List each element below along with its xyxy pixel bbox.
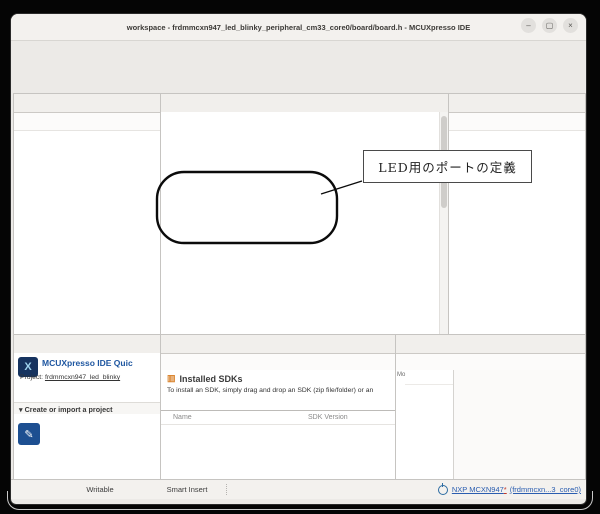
installed-sdks-tabs	[161, 335, 395, 354]
mcuxpresso-window: workspace - frdmmcxn947_led_blinky_perip…	[10, 13, 587, 505]
outline-panel	[448, 93, 586, 335]
quickstart-body: X MCUXpresso IDE Quic Project: frdmmcxn9…	[14, 353, 160, 480]
project-explorer-panel	[13, 93, 161, 335]
project-name-link[interactable]: frdmmcxn947_led_blinky	[45, 374, 120, 381]
quickstart-panel: X MCUXpresso IDE Quic Project: frdmmcxn9…	[13, 334, 161, 481]
wizard-icon: ✎	[18, 423, 40, 445]
toolbar-row2	[11, 75, 586, 93]
project-explorer-tabs	[14, 94, 160, 113]
window-title: workspace - frdmmcxn947_led_blinky_perip…	[127, 23, 470, 32]
screenshot: workspace - frdmmcxn947_led_blinky_perip…	[0, 0, 600, 514]
project-explorer-toolbar	[14, 113, 160, 131]
annotation-text: LED用のポートの定義	[378, 157, 516, 176]
sdk-table-header: Name SDK Version	[161, 411, 395, 425]
power-icon	[438, 485, 448, 495]
target-link[interactable]: NXP MCXN947	[452, 485, 504, 494]
status-smart-insert: Smart Insert	[153, 485, 221, 494]
target-core-link[interactable]: (frdmmcxn...3_core0)	[510, 485, 581, 494]
project-tree	[14, 130, 160, 334]
installed-sdks-heading: ▥ Installed SDKs	[167, 373, 243, 384]
target-dirty-star: *	[504, 485, 507, 494]
column-sdk-version[interactable]: SDK Version	[308, 414, 348, 421]
titlebar[interactable]: workspace - frdmmcxn947_led_blinky_perip…	[11, 14, 586, 41]
maximize-button[interactable]: ▢	[542, 18, 557, 33]
monitors-pane: Mo	[396, 370, 454, 480]
monitors-toolbar	[405, 370, 453, 385]
installed-sdks-panel: ▥ Installed SDKs To install an SDK, simp…	[160, 334, 396, 481]
sdk-package-icon: ▥	[167, 373, 176, 384]
editor-scrollbar[interactable]	[439, 112, 448, 334]
quickstart-tabs	[14, 335, 160, 354]
status-writable: Writable	[71, 485, 129, 494]
toolbar-row1	[11, 57, 586, 75]
memory-body: Mo	[396, 370, 585, 480]
memory-tabs	[396, 335, 585, 354]
outline-tabs	[449, 94, 585, 113]
editor-tabs	[161, 94, 448, 113]
sdk-table: Name SDK Version	[161, 410, 395, 480]
annotation-callout: LED用のポートの定義	[363, 150, 532, 183]
editor-panel	[160, 93, 449, 335]
status-separator	[226, 484, 228, 495]
quickstart-project: Project: frdmmcxn947_led_blinky	[20, 374, 120, 381]
project-label: Project:	[20, 374, 43, 381]
memory-panel: Mo	[395, 334, 586, 481]
minimize-button[interactable]: –	[521, 18, 536, 33]
close-button[interactable]: ×	[563, 18, 578, 33]
statusbar: Writable Smart Insert NXP MCXN947* (frdm…	[11, 479, 586, 499]
installed-sdks-body: ▥ Installed SDKs To install an SDK, simp…	[161, 370, 395, 480]
status-target[interactable]: NXP MCXN947* (frdmmcxn...3_core0)	[438, 485, 586, 495]
installed-sdks-description: To install an SDK, simply drag and drop …	[167, 387, 373, 394]
column-name[interactable]: Name	[161, 414, 308, 421]
code-editor[interactable]	[161, 112, 440, 334]
window-controls: – ▢ ×	[521, 18, 578, 33]
monitors-label: Mo	[397, 372, 404, 378]
quickstart-title: MCUXpresso IDE Quic	[42, 358, 133, 368]
section-create-import[interactable]: ▾ Create or import a project	[14, 402, 160, 414]
